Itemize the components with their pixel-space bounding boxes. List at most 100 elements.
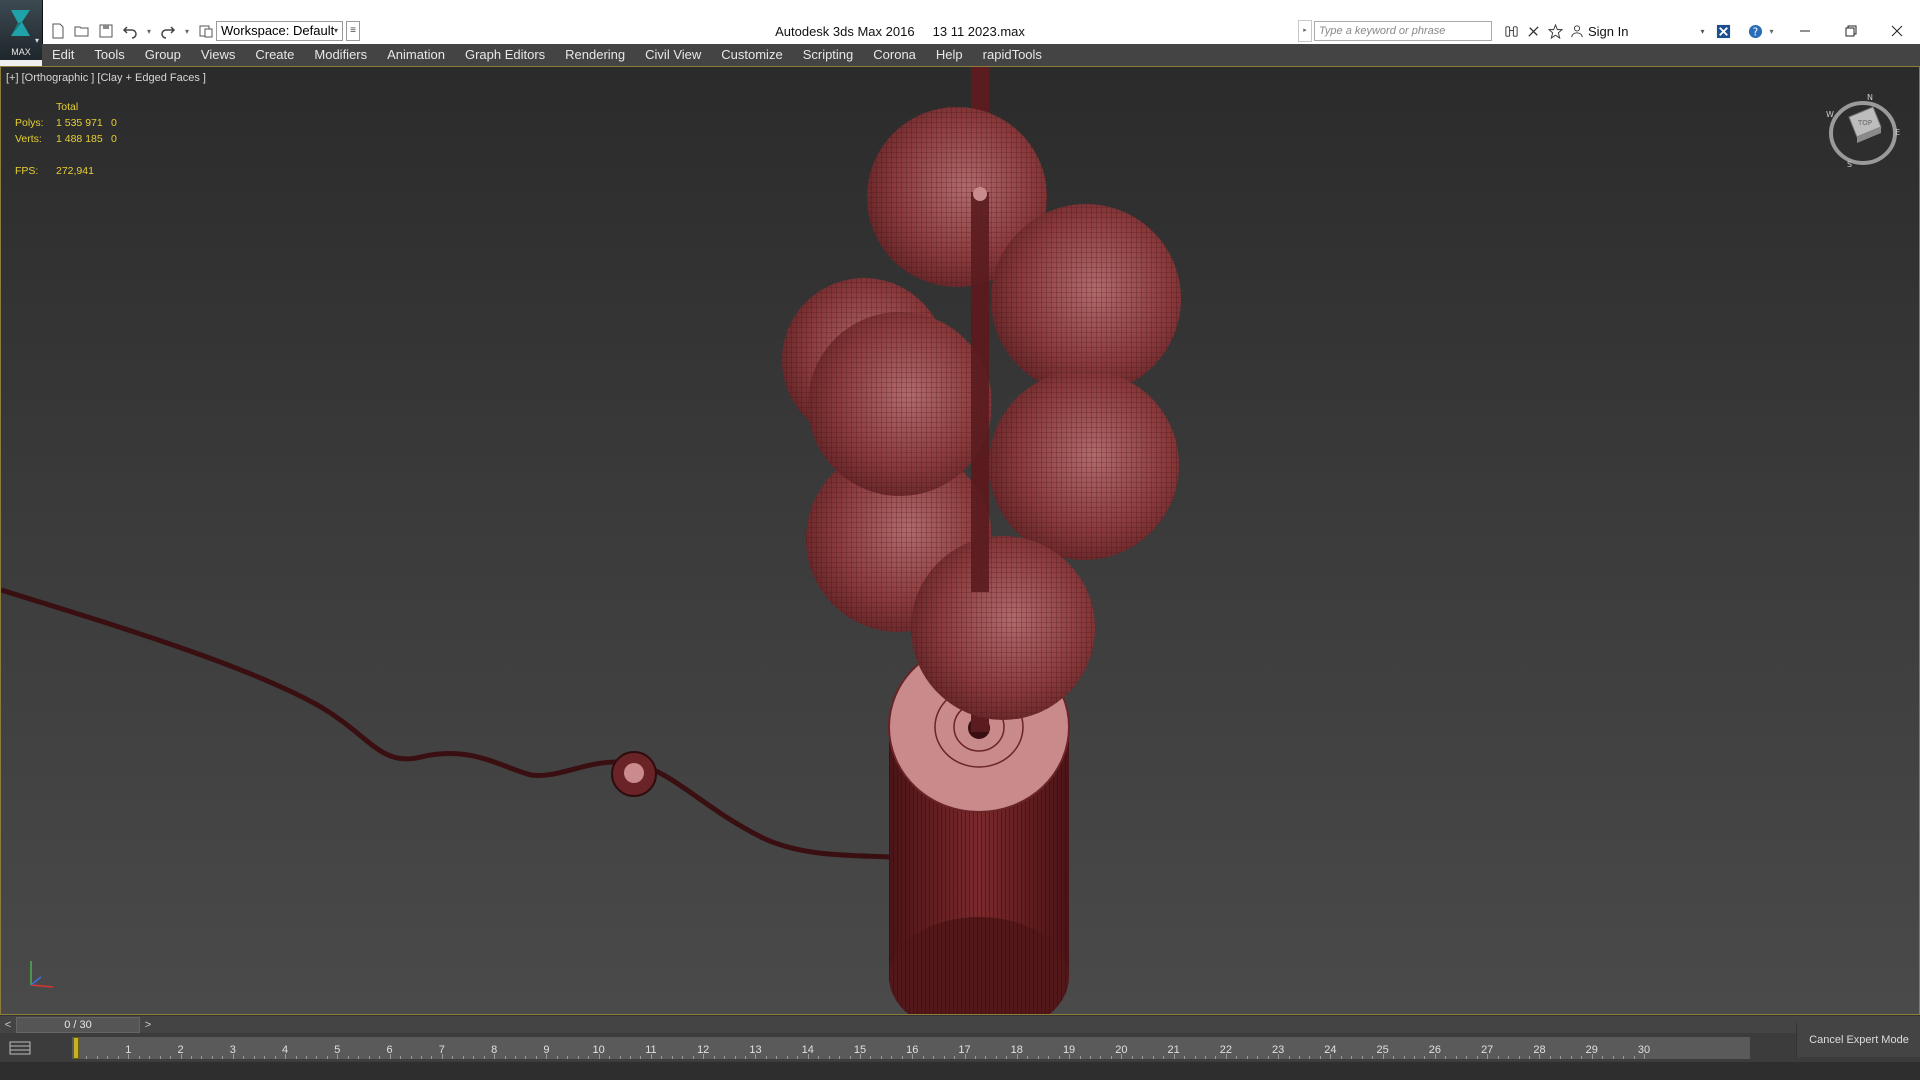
compass-north: N [1867, 93, 1873, 102]
frame-subtick [1455, 1056, 1457, 1059]
minimize-button[interactable] [1782, 14, 1828, 48]
frame-ruler[interactable]: 0123456789101112131415161718192021222324… [72, 1037, 1750, 1059]
exchange-apps-button[interactable] [1713, 20, 1735, 42]
restore-button[interactable] [1828, 14, 1874, 48]
frame-subtick [535, 1056, 537, 1059]
frame-subtick [943, 1056, 945, 1059]
frame-subtick [274, 1056, 276, 1059]
exchange-x-icon [1716, 24, 1731, 38]
frame-subtick [828, 1056, 830, 1059]
frame-tick-label: 28 [1533, 1044, 1546, 1056]
previous-frame-button[interactable]: < [0, 1016, 16, 1034]
mini-curve-editor-icon[interactable] [6, 1037, 36, 1059]
menu-civil-view[interactable]: Civil View [635, 44, 711, 66]
menu-create[interactable]: Create [245, 44, 304, 66]
cancel-expert-mode-button[interactable]: Cancel Expert Mode [1796, 1023, 1920, 1057]
subscription-center-button[interactable] [1522, 20, 1544, 42]
frame-subtick [326, 1056, 328, 1059]
menu-rendering[interactable]: Rendering [555, 44, 635, 66]
search-binoculars-button[interactable] [1500, 20, 1522, 42]
frame-subtick [159, 1056, 161, 1059]
menu-corona[interactable]: Corona [863, 44, 926, 66]
frame-tick-label: 24 [1324, 1044, 1337, 1056]
frame-subtick [515, 1056, 517, 1059]
sign-in-dropdown[interactable]: ▾ [1700, 27, 1704, 36]
user-icon [1571, 25, 1583, 38]
frame-subtick [117, 1056, 119, 1059]
frame-subtick [1414, 1056, 1416, 1059]
frame-subtick [1142, 1056, 1144, 1059]
help-dropdown[interactable]: ▾ [1767, 21, 1777, 41]
frame-subtick [1497, 1056, 1499, 1059]
viewcube[interactable]: TOP N E S W [1825, 91, 1903, 169]
fps-value: 272,941 [56, 165, 94, 177]
frame-subtick [870, 1056, 872, 1059]
menu-animation[interactable]: Animation [377, 44, 455, 66]
next-frame-button[interactable]: > [140, 1016, 156, 1034]
frame-subtick [211, 1056, 213, 1059]
frame-subtick [1152, 1056, 1154, 1059]
time-slider[interactable]: < 0 / 30 > [0, 1015, 1920, 1034]
polys-value: 1 535 971 [56, 117, 103, 129]
close-button[interactable] [1874, 14, 1920, 48]
menu-tools[interactable]: Tools [84, 44, 134, 66]
glass-spheres [782, 107, 1181, 720]
frame-subtick [1351, 1056, 1353, 1059]
frame-subtick [974, 1056, 976, 1059]
polys-label: Polys: [15, 117, 44, 129]
frame-subtick [149, 1056, 151, 1059]
frame-subtick [1623, 1056, 1625, 1059]
collapse-search-button[interactable]: ▸ [1298, 20, 1312, 42]
frame-subtick [86, 1056, 88, 1059]
frame-subtick [797, 1056, 799, 1059]
frame-subtick [1319, 1056, 1321, 1059]
frame-tick-label: 1 [125, 1044, 132, 1056]
frame-subtick [609, 1056, 611, 1059]
stats-total-label: Total [56, 101, 79, 113]
restore-icon [1845, 25, 1857, 37]
viewcube-face-label: TOP [1857, 119, 1872, 127]
frame-subtick [358, 1056, 360, 1059]
menu-views[interactable]: Views [191, 44, 245, 66]
satellite-icon [1527, 25, 1539, 37]
perspective-viewport[interactable]: [+] [Orthographic ] [Clay + Edged Faces … [0, 66, 1920, 1015]
help-button[interactable]: ? [1745, 20, 1767, 42]
menu-scripting[interactable]: Scripting [793, 44, 864, 66]
frame-subtick [1267, 1056, 1269, 1059]
frame-subtick [347, 1056, 349, 1059]
window-controls [1782, 14, 1920, 48]
time-slider-thumb[interactable]: 0 / 30 [16, 1017, 140, 1033]
frame-subtick [483, 1056, 485, 1059]
menu-edit[interactable]: Edit [42, 44, 84, 66]
compass-west: W [1826, 110, 1834, 119]
menu-rapidtools[interactable]: rapidTools [973, 44, 1052, 66]
help-question-icon: ? [1748, 24, 1763, 38]
frame-tick-label: 29 [1585, 1044, 1598, 1056]
frame-tick-label: 5 [334, 1044, 341, 1056]
menu-help[interactable]: Help [926, 44, 973, 66]
menu-group[interactable]: Group [135, 44, 191, 66]
frame-subtick [630, 1056, 632, 1059]
menu-graph-editors[interactable]: Graph Editors [455, 44, 555, 66]
viewport-label-menu[interactable]: [+] [Orthographic ] [Clay + Edged Faces … [6, 72, 206, 84]
frame-subtick [473, 1056, 475, 1059]
frame-subtick [556, 1056, 558, 1059]
frame-subtick [1549, 1056, 1551, 1059]
frame-subtick [661, 1056, 663, 1059]
frame-subtick [818, 1056, 820, 1059]
menu-customize[interactable]: Customize [711, 44, 792, 66]
frame-subtick [1163, 1056, 1165, 1059]
frame-subtick [1570, 1056, 1572, 1059]
current-frame-playhead[interactable] [73, 1037, 79, 1059]
frame-subtick [201, 1056, 203, 1059]
frame-subtick [138, 1056, 140, 1059]
sign-in-button[interactable]: Sign In [1570, 24, 1628, 39]
frame-subtick [1361, 1056, 1363, 1059]
favorites-button[interactable] [1544, 20, 1566, 42]
frame-tick-label: 27 [1481, 1044, 1494, 1056]
frame-subtick [96, 1056, 98, 1059]
search-input[interactable] [1314, 21, 1492, 41]
infocenter: ▸ Sign In ▾ ? ▾ [1298, 20, 1777, 42]
frame-subtick [190, 1056, 192, 1059]
menu-modifiers[interactable]: Modifiers [304, 44, 377, 66]
